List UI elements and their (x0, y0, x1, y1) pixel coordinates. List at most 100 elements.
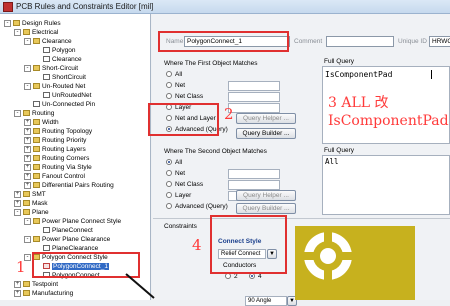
tree-item-label: Routing (32, 110, 55, 117)
radio-dot (166, 203, 172, 210)
tree-item[interactable]: - Power Plane Clearance (24, 235, 110, 244)
tree-item[interactable]: + Width (24, 118, 59, 127)
tree-item[interactable]: Un-Connected Pin (24, 100, 95, 109)
tree-item[interactable]: PlaneConnect (34, 226, 93, 235)
radio-dot (166, 181, 172, 188)
first-full-query-text: IsComponentPad (325, 70, 393, 79)
comment-field[interactable] (326, 36, 394, 47)
expand-icon[interactable]: + (24, 172, 31, 180)
first-query-builder-button[interactable]: Query Builder ... (236, 128, 296, 139)
tree-item[interactable]: UnRoutedNet (34, 91, 91, 100)
expand-icon[interactable]: + (24, 145, 31, 153)
tree-item[interactable]: - Design Rules (4, 19, 61, 28)
tree-item-label: UnRoutedNet (52, 92, 92, 99)
folder-icon (23, 200, 30, 207)
collapse-icon[interactable]: - (14, 208, 21, 216)
expand-icon[interactable]: + (14, 199, 21, 207)
expand-icon[interactable]: + (24, 163, 31, 171)
collapse-icon[interactable]: - (24, 37, 31, 45)
tree-item[interactable]: + Testpoint (14, 280, 58, 289)
tree-item[interactable]: + Fanout Control (24, 172, 85, 181)
unique-id-label: Unique ID (398, 38, 427, 45)
tree-item[interactable]: - Plane (14, 208, 49, 217)
second-query-helper-button[interactable]: Query Helper ... (236, 190, 296, 201)
expand-icon[interactable]: + (24, 118, 31, 126)
expand-icon[interactable]: + (24, 136, 31, 144)
collapse-icon[interactable]: - (14, 109, 21, 117)
tree-item[interactable]: - Short-Circuit (24, 64, 78, 73)
tree-item[interactable]: - Clearance (24, 37, 72, 46)
first-layer-combo[interactable] (228, 103, 280, 113)
collapse-icon[interactable]: - (24, 82, 31, 90)
tree-item[interactable]: - Routing (14, 109, 54, 118)
expand-icon[interactable]: + (24, 127, 31, 135)
folder-icon (23, 209, 30, 216)
tree-item[interactable]: - Un-Routed Net (24, 82, 85, 91)
expand-icon[interactable]: + (14, 280, 21, 288)
tree-item-label: Routing Layers (42, 146, 86, 153)
collapse-icon[interactable]: - (14, 28, 21, 36)
tree-item[interactable]: + SMT (14, 190, 46, 199)
folder-icon (33, 38, 40, 45)
first-query-helper-button[interactable]: Query Helper ... (236, 113, 296, 124)
tree-item-label: Testpoint (32, 281, 59, 288)
second-match-layer-radio[interactable]: Layer (166, 191, 191, 200)
collapse-icon[interactable]: - (24, 64, 31, 72)
constraints-title: Constraints (164, 223, 197, 230)
angle-select[interactable]: 90 Angle (245, 296, 287, 306)
expand-icon[interactable]: + (14, 289, 21, 297)
second-match-net-radio[interactable]: Net (166, 169, 185, 178)
first-netclass-combo[interactable] (228, 92, 280, 102)
comment-label: Comment (294, 38, 323, 45)
rule-icon (43, 47, 50, 54)
unique-id-field[interactable]: HRWO (429, 36, 450, 47)
radio-dot (225, 273, 231, 280)
radio-dot (166, 71, 172, 78)
second-match-advanced-radio[interactable]: Advanced (Query) (166, 202, 228, 211)
tree-item-label: Clearance (52, 56, 82, 63)
first-match-netclass-radio[interactable]: Net Class (166, 92, 203, 101)
collapse-icon[interactable]: - (24, 217, 31, 225)
annotation-number-4: 4 (192, 236, 202, 254)
expand-icon[interactable]: + (24, 154, 31, 162)
tree-item-label: Mask (32, 200, 48, 207)
second-netclass-combo[interactable] (228, 180, 280, 190)
second-match-all-radio[interactable]: All (166, 158, 182, 167)
rule-icon (33, 101, 40, 108)
tree-item[interactable]: + Routing Layers (24, 145, 86, 154)
folder-icon (33, 83, 40, 90)
tree-item[interactable]: + Mask (14, 199, 48, 208)
expand-icon[interactable]: + (24, 181, 31, 189)
collapse-icon[interactable]: - (4, 19, 11, 27)
tree-item[interactable]: + Routing Priority (24, 136, 86, 145)
tree-item[interactable]: - Electrical (14, 28, 58, 37)
tree-item-label: Width (42, 119, 59, 126)
first-match-title: Where The First Object Matches (164, 60, 258, 67)
first-net-combo[interactable] (228, 81, 280, 91)
first-match-net-radio[interactable]: Net (166, 81, 185, 90)
annotation-number-1: 1 (16, 258, 26, 276)
folder-icon (33, 164, 40, 171)
tree-item[interactable]: - Power Plane Connect Style (24, 217, 121, 226)
second-net-combo[interactable] (228, 169, 280, 179)
first-match-all-radio[interactable]: All (166, 70, 182, 79)
second-match-netclass-radio[interactable]: Net Class (166, 180, 203, 189)
tree-item[interactable]: Clearance (34, 55, 82, 64)
tree-item[interactable]: + Routing Via Style (24, 163, 92, 172)
tree-item[interactable]: Polygon (34, 46, 76, 55)
tree-item-label: Design Rules (22, 20, 61, 27)
tree-item[interactable]: ShortCircuit (34, 73, 86, 82)
rule-icon (43, 56, 50, 63)
second-full-query-box[interactable]: All (322, 155, 450, 215)
folder-icon (33, 236, 40, 243)
annotation-box-advanced-query (148, 103, 219, 136)
tree-item[interactable]: + Manufacturing (14, 289, 73, 298)
collapse-icon[interactable]: - (24, 235, 31, 243)
folder-icon (33, 119, 40, 126)
tree-item[interactable]: + Routing Corners (24, 154, 89, 163)
second-query-builder-button[interactable]: Query Builder ... (236, 203, 296, 214)
folder-icon (23, 290, 30, 297)
expand-icon[interactable]: + (14, 190, 21, 198)
tree-item[interactable]: + Differential Pairs Routing (24, 181, 114, 190)
tree-item[interactable]: + Routing Topology (24, 127, 92, 136)
